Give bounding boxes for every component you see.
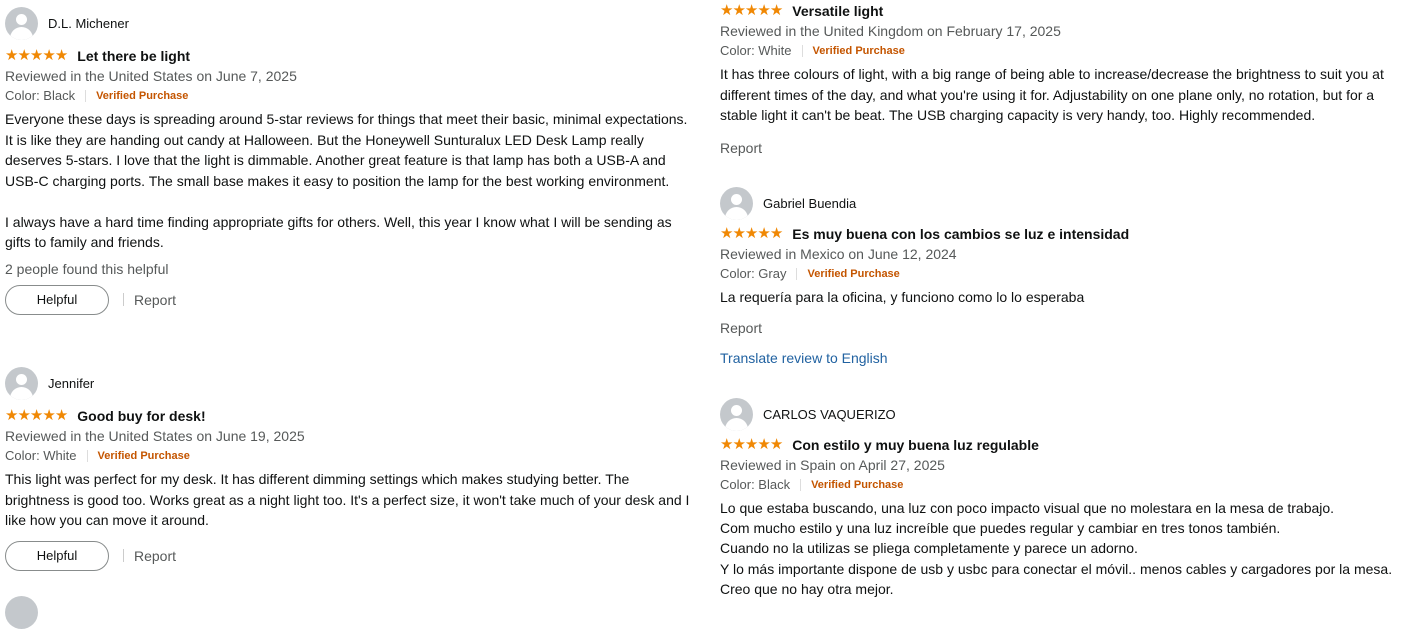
review-line: Y lo más importante dispone de usb y usb… [720, 560, 1393, 577]
star-icon: ★ [5, 407, 18, 424]
verified-badge: Verified Purchase [96, 90, 189, 102]
review-paragraph: This light was perfect for my desk. It h… [5, 471, 690, 528]
review-paragraph: It has three colours of light, with a bi… [720, 66, 1384, 123]
star-icon: ★ [42, 47, 55, 64]
review-body: This light was perfect for my desk. It h… [5, 469, 695, 531]
avatar[interactable] [5, 596, 38, 629]
variant-color[interactable]: Color: White [5, 446, 77, 466]
review-date: Reviewed in the United States on June 7,… [5, 68, 297, 84]
review-body: Lo que estaba buscando, una luz con poco… [720, 498, 1410, 599]
star-icon: ★ [757, 436, 770, 453]
variant-color[interactable]: Color: Black [720, 475, 790, 495]
helpful-count: 2 people found this helpful [5, 260, 169, 277]
reviewer-profile[interactable]: Jennifer [5, 366, 695, 400]
star-icon: ★ [720, 436, 733, 453]
star-icon: ★ [744, 225, 758, 242]
review-card: D.L. Michener ★ ★ ★ ★ ★ Let there be light R… [5, 6, 695, 315]
review-card: Gabriel Buendia ★ ★ ★ ★ ★ Es muy buena con l… [720, 186, 1410, 366]
variant-color[interactable]: Color: White [720, 41, 792, 61]
report-link[interactable]: Report [134, 292, 176, 308]
star-icon: ★ [54, 47, 68, 64]
star-icon: ★ [757, 225, 770, 242]
avatar[interactable] [5, 366, 38, 400]
verified-badge: Verified Purchase [811, 479, 904, 491]
review-title[interactable]: Con estilo y muy buena luz regulable [792, 437, 1039, 453]
reviewer-profile[interactable]: Gabriel Buendia [720, 186, 1410, 220]
reviewer-name[interactable]: D.L. Michener [48, 16, 129, 31]
review-card: ★ ★ ★ ★ ★ Versatile light Reviewed in the Un… [720, 1, 1410, 156]
review-title[interactable]: Es muy buena con los cambios se luz e in… [792, 226, 1129, 242]
review-paragraph: La requería para la oficina, y funciono … [720, 289, 1085, 305]
review-title[interactable]: Good buy for desk! [77, 408, 205, 424]
star-icon: ★ [757, 2, 770, 19]
star-rating[interactable]: ★ ★ ★ ★ ★ [5, 47, 68, 64]
verified-badge: Verified Purchase [807, 268, 900, 280]
star-icon: ★ [17, 407, 30, 424]
star-rating[interactable]: ★ ★ ★ ★ ★ [720, 2, 783, 19]
star-icon: ★ [732, 225, 745, 242]
star-icon: ★ [29, 407, 43, 424]
review-date: Reviewed in Mexico on June 12, 2024 [720, 246, 957, 262]
star-icon: ★ [732, 2, 745, 19]
star-rating[interactable]: ★ ★ ★ ★ ★ [720, 436, 783, 453]
helpful-button[interactable]: Helpful [5, 540, 109, 571]
review-card: Jennifer ★ ★ ★ ★ ★ Good buy for desk! Review… [5, 366, 695, 571]
star-icon: ★ [720, 2, 733, 19]
review-body: La requería para la oficina, y funciono … [720, 287, 1410, 308]
reviewer-name[interactable]: Jennifer [48, 376, 94, 391]
star-icon: ★ [17, 47, 30, 64]
star-icon: ★ [29, 47, 43, 64]
review-body: It has three colours of light, with a bi… [720, 64, 1410, 126]
review-body: Everyone these days is spreading around … [5, 109, 695, 253]
avatar[interactable] [720, 186, 753, 220]
report-link[interactable]: Report [134, 548, 176, 564]
star-icon: ★ [720, 225, 733, 242]
review-date: Reviewed in the United Kingdom on Februa… [720, 23, 1061, 39]
translate-review-link[interactable]: Translate review to English [720, 350, 1410, 366]
avatar[interactable] [720, 397, 753, 431]
reviewer-name[interactable]: Gabriel Buendia [763, 196, 856, 211]
star-rating[interactable]: ★ ★ ★ ★ ★ [720, 225, 783, 242]
report-link[interactable]: Report [720, 140, 1410, 156]
review-title[interactable]: Versatile light [792, 3, 883, 19]
variant-color[interactable]: Color: Gray [720, 264, 786, 284]
star-icon: ★ [744, 436, 758, 453]
star-icon: ★ [54, 407, 68, 424]
star-icon: ★ [769, 436, 783, 453]
review-title[interactable]: Let there be light [77, 48, 190, 64]
review-line: Lo que estaba buscando, una luz con poco… [720, 500, 1335, 516]
reviewer-profile[interactable]: D.L. Michener [5, 6, 695, 40]
star-icon: ★ [42, 407, 55, 424]
review-date: Reviewed in the United States on June 19… [5, 428, 305, 444]
review-paragraph: Everyone these days is spreading around … [5, 111, 688, 189]
verified-badge: Verified Purchase [812, 45, 905, 57]
review-line: Creo que no hay otra mejor. [720, 580, 894, 597]
verified-badge: Verified Purchase [97, 450, 190, 462]
variant-color[interactable]: Color: Black [5, 86, 75, 106]
report-link[interactable]: Report [720, 320, 1410, 336]
review-line: Com mucho estilo y una luz increíble que… [720, 520, 1281, 537]
review-date: Reviewed in Spain on April 27, 2025 [720, 457, 945, 473]
review-card: CARLOS VAQUERIZO ★ ★ ★ ★ ★ Con estilo y muy … [720, 397, 1410, 599]
avatar[interactable] [5, 6, 38, 40]
star-icon: ★ [5, 47, 18, 64]
reviewer-profile[interactable]: CARLOS VAQUERIZO [720, 397, 1410, 431]
star-icon: ★ [744, 2, 758, 19]
review-paragraph: I always have a hard time finding approp… [5, 213, 672, 251]
review-line: Cuando no la utilizas se pliega completa… [720, 540, 1138, 557]
helpful-button[interactable]: Helpful [5, 284, 109, 315]
reviewer-name[interactable]: CARLOS VAQUERIZO [763, 407, 896, 422]
star-icon: ★ [769, 2, 783, 19]
star-icon: ★ [769, 225, 783, 242]
star-icon: ★ [732, 436, 745, 453]
star-rating[interactable]: ★ ★ ★ ★ ★ [5, 407, 68, 424]
